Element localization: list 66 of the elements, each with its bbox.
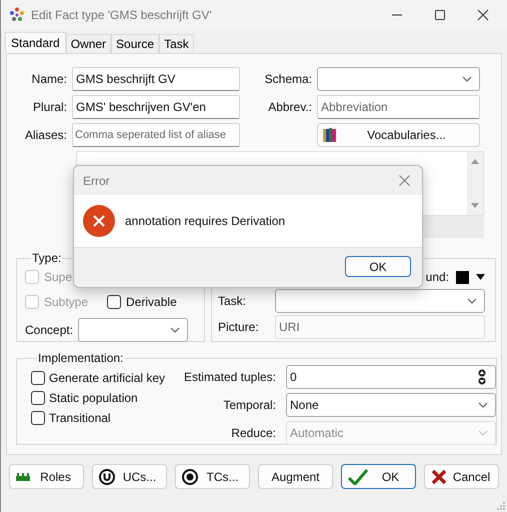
close-icon[interactable] bbox=[477, 9, 489, 21]
chevron-down-icon bbox=[478, 430, 488, 436]
dialog-title: Error bbox=[83, 174, 110, 188]
field-label: Aliases: bbox=[24, 128, 68, 142]
checkbox-label: Transitional bbox=[49, 411, 111, 425]
aliases-field[interactable]: Comma seperated list of aliase bbox=[72, 123, 240, 147]
spinner-icon[interactable] bbox=[476, 368, 488, 384]
window-title: Edit Fact type 'GMS beschrijft GV' bbox=[31, 8, 213, 22]
checkbox[interactable] bbox=[31, 371, 45, 385]
field-label: Name: bbox=[30, 72, 68, 86]
ok-button[interactable]: OK bbox=[345, 256, 411, 277]
field-label: Temporal: bbox=[222, 398, 277, 412]
field-label: Task: bbox=[218, 294, 248, 308]
maximize-icon[interactable] bbox=[434, 9, 446, 21]
dialog-button[interactable]: Augment bbox=[258, 464, 333, 489]
task-dropdown[interactable] bbox=[275, 289, 485, 313]
field-label: Schema: bbox=[264, 72, 313, 86]
picture-field[interactable]: URI bbox=[275, 315, 485, 339]
cross-icon bbox=[431, 468, 447, 484]
chevron-down-icon bbox=[170, 326, 180, 332]
error-message: annotation requires Derivation bbox=[125, 214, 286, 228]
resize-grip-icon[interactable] bbox=[497, 502, 505, 510]
checkbox-label: Generate artificial key bbox=[49, 371, 166, 385]
plural-field[interactable]: GMS' beschrijven GV'en bbox=[72, 95, 240, 119]
color-swatch[interactable] bbox=[456, 270, 469, 284]
dialog-button[interactable]: TCs... bbox=[175, 464, 250, 489]
temporal-dropdown[interactable]: None bbox=[286, 392, 496, 416]
chevron-down-icon bbox=[478, 402, 488, 408]
chevron-down-icon bbox=[467, 298, 477, 304]
vocabularies-button[interactable]: Vocabularies... bbox=[317, 123, 480, 147]
checkbox[interactable] bbox=[107, 295, 122, 309]
dialog-button[interactable]: Cancel bbox=[424, 464, 499, 489]
field-label: Picture: bbox=[218, 320, 260, 334]
checkbox[interactable] bbox=[31, 411, 45, 425]
checkbox[interactable] bbox=[31, 391, 45, 405]
roles-icon bbox=[16, 472, 30, 480]
dialog-button[interactable]: OK bbox=[341, 464, 416, 489]
dialog-button[interactable]: Roles bbox=[9, 464, 84, 489]
field-label: Reduce: bbox=[230, 426, 277, 440]
books-icon bbox=[322, 127, 338, 143]
name-field[interactable]: GMS beschrijft GV bbox=[72, 67, 240, 91]
checkbox-label: Subtype bbox=[44, 295, 88, 309]
dialog-button[interactable]: UCs... bbox=[92, 464, 167, 489]
tab[interactable]: Source bbox=[111, 34, 160, 53]
tuples-spinbox[interactable]: 0 bbox=[286, 364, 496, 388]
checkbox-label: Supe bbox=[44, 270, 72, 284]
field-label: Concept: bbox=[25, 322, 73, 336]
field-label: Plural: bbox=[32, 100, 68, 114]
checkbox-label: Derivable bbox=[126, 295, 177, 309]
group-label: Type: bbox=[31, 251, 62, 265]
tab[interactable]: Owner bbox=[66, 34, 112, 53]
circled-u-icon bbox=[99, 468, 115, 484]
tab[interactable]: Standard bbox=[5, 32, 66, 53]
app-icon bbox=[9, 7, 25, 23]
error-icon bbox=[83, 205, 115, 237]
dropdown-arrow-icon[interactable] bbox=[476, 274, 485, 280]
tab[interactable]: Task bbox=[159, 34, 194, 53]
field-label: Abbrev.: bbox=[267, 100, 313, 114]
target-icon bbox=[182, 468, 198, 484]
check-icon bbox=[348, 468, 368, 484]
field-label: Estimated tuples: bbox=[182, 370, 277, 384]
checkbox-label: Static population bbox=[49, 391, 138, 405]
chevron-down-icon bbox=[462, 76, 472, 82]
group-label: Implementation: bbox=[37, 351, 124, 365]
field-label: und: bbox=[426, 270, 449, 284]
abbrev-field[interactable]: Abbreviation bbox=[317, 95, 480, 119]
